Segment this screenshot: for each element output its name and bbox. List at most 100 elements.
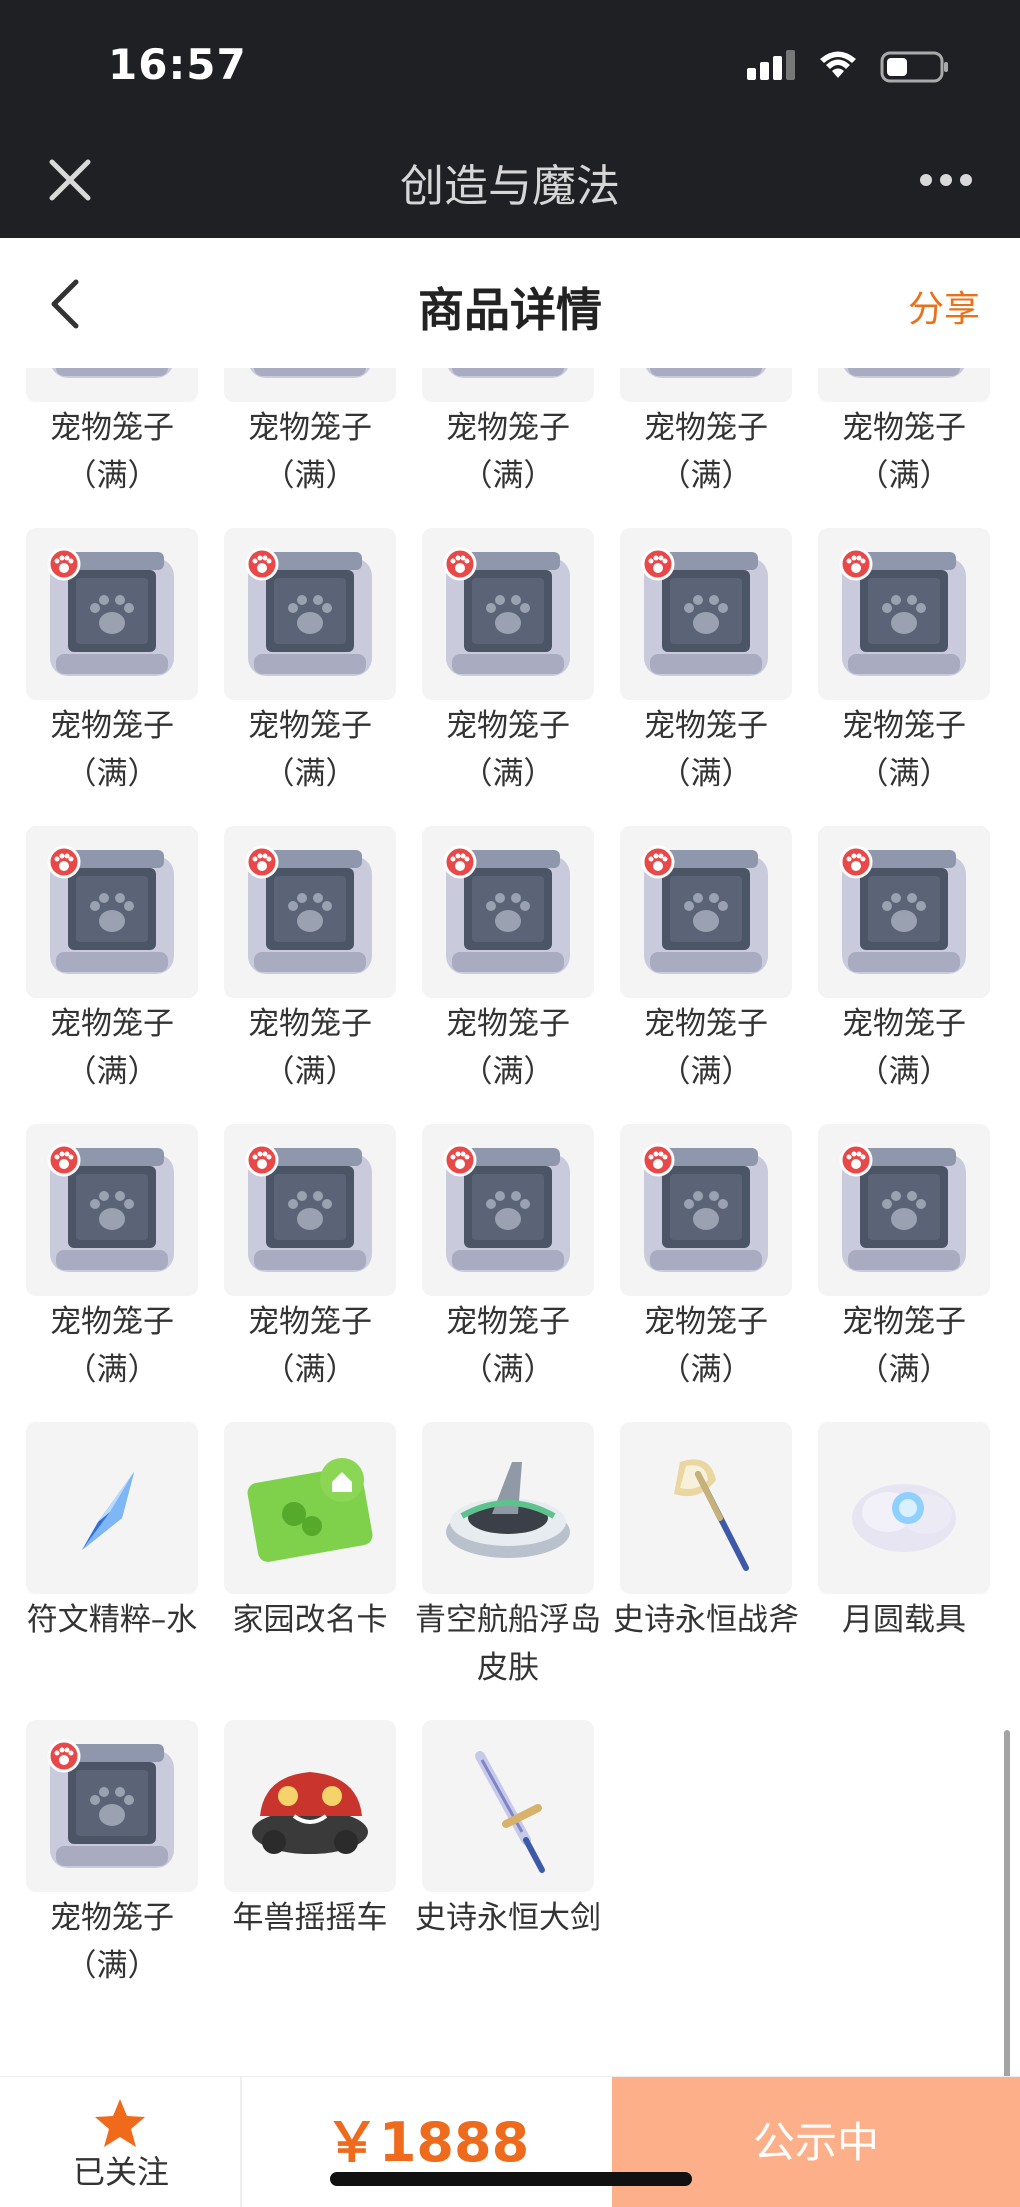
- item-thumbnail: [224, 1422, 396, 1594]
- greatsword-icon: [475, 1751, 545, 1873]
- item-thumbnail: [818, 1124, 990, 1296]
- item-label: 宠物笼子（满）: [248, 410, 372, 494]
- star-icon: [95, 2099, 145, 2147]
- item-thumbnail: [620, 1422, 792, 1594]
- item-thumbnail: [620, 528, 792, 700]
- price: ￥1888: [324, 2111, 530, 2174]
- item-label: 宠物笼子（满）: [446, 410, 570, 494]
- item-card[interactable]: 宠物笼子（满）: [422, 826, 594, 1124]
- scrollbar[interactable]: [1004, 1730, 1010, 2080]
- page-header: 商品详情 分享: [0, 238, 1020, 368]
- item-label: 宠物笼子（满）: [644, 1304, 768, 1388]
- wifi-icon: [820, 51, 856, 78]
- item-card[interactable]: 史诗永恒战斧: [613, 1422, 799, 1720]
- item-card[interactable]: 宠物笼子（满）: [818, 368, 990, 528]
- item-thumbnail: [818, 826, 990, 998]
- item-label: 宠物笼子（满）: [50, 410, 174, 494]
- item-thumbnail: [818, 368, 990, 402]
- item-card[interactable]: 宠物笼子（满）: [620, 368, 792, 528]
- more-icon[interactable]: [918, 172, 974, 188]
- status-time: 16:57: [108, 40, 247, 89]
- item-card[interactable]: 宠物笼子（满）: [422, 368, 594, 528]
- item-label: 宠物笼子（满）: [50, 1006, 174, 1090]
- item-thumbnail: [422, 1720, 594, 1892]
- item-label: 符文精粹–水: [26, 1602, 198, 1638]
- item-card[interactable]: 符文精粹–水: [26, 1422, 198, 1720]
- item-thumbnail: [422, 368, 594, 402]
- item-card[interactable]: 宠物笼子（满）: [224, 368, 396, 528]
- item-card[interactable]: 宠物笼子（满）: [224, 1124, 396, 1422]
- item-thumbnail: [224, 1124, 396, 1296]
- item-thumbnail: [422, 1422, 594, 1594]
- follow-button[interactable]: 已关注: [0, 2077, 242, 2207]
- item-card[interactable]: 宠物笼子（满）: [818, 826, 990, 1124]
- item-thumbnail: [422, 826, 594, 998]
- item-card[interactable]: 年兽摇摇车: [224, 1720, 396, 2018]
- pet-cage-icon: [443, 845, 570, 974]
- item-label: 宠物笼子（满）: [644, 410, 768, 494]
- item-label: 年兽摇摇车: [232, 1900, 388, 1936]
- item-card[interactable]: 宠物笼子（满）: [224, 528, 396, 826]
- pet-cage-icon: [839, 845, 966, 974]
- item-card[interactable]: 宠物笼子（满）: [422, 1124, 594, 1422]
- item-label: 宠物笼子（满）: [50, 1304, 174, 1388]
- item-card[interactable]: 宠物笼子（满）: [422, 528, 594, 826]
- item-thumbnail: [422, 1124, 594, 1296]
- item-card[interactable]: 青空航船浮岛皮肤: [415, 1422, 601, 1720]
- item-card[interactable]: 宠物笼子（满）: [26, 368, 198, 528]
- item-list[interactable]: 宠物笼子（满） 宠物笼子（满） 宠物笼子（满） 宠物笼子（满） 宠物笼子（满） …: [0, 368, 1020, 2076]
- pet-cage-icon: [839, 547, 966, 676]
- item-card[interactable]: 宠物笼子（满）: [818, 528, 990, 826]
- pet-cage-icon: [249, 368, 371, 378]
- item-thumbnail: [26, 1422, 198, 1594]
- pet-cage-icon: [641, 1143, 768, 1272]
- item-label: 宠物笼子（满）: [842, 708, 966, 792]
- item-card[interactable]: 史诗永恒大剑: [415, 1720, 601, 2018]
- item-thumbnail: [224, 528, 396, 700]
- item-card[interactable]: 宠物笼子（满）: [26, 528, 198, 826]
- item-label: 宠物笼子（满）: [50, 708, 174, 792]
- item-thumbnail: [26, 826, 198, 998]
- item-card[interactable]: 家园改名卡: [224, 1422, 396, 1720]
- mini-program-title: 创造与魔法: [400, 161, 620, 212]
- pet-cage-icon: [245, 845, 372, 974]
- item-card[interactable]: 宠物笼子（满）: [818, 1124, 990, 1422]
- pet-cage-icon: [47, 1739, 174, 1868]
- pet-cage-icon: [47, 1143, 174, 1272]
- pet-cage-icon: [51, 368, 173, 378]
- pet-cage-icon: [47, 547, 174, 676]
- pet-cage-icon: [245, 547, 372, 676]
- item-label: 史诗永恒战斧: [613, 1602, 799, 1638]
- item-thumbnail: [620, 1124, 792, 1296]
- home-indicator: [330, 2172, 692, 2186]
- item-label: 宠物笼子（满）: [644, 708, 768, 792]
- pet-cage-icon: [641, 845, 768, 974]
- pet-cage-icon: [641, 547, 768, 676]
- item-card[interactable]: 宠物笼子（满）: [26, 826, 198, 1124]
- item-card[interactable]: 宠物笼子（满）: [620, 826, 792, 1124]
- floating-island-icon: [446, 1462, 570, 1558]
- item-label: 宠物笼子（满）: [842, 1006, 966, 1090]
- item-thumbnail: [224, 1720, 396, 1892]
- item-card[interactable]: 宠物笼子（满）: [620, 1124, 792, 1422]
- share-button[interactable]: 分享: [908, 280, 980, 332]
- status-button[interactable]: 公示中: [612, 2077, 1020, 2207]
- nian-car-icon: [252, 1772, 368, 1854]
- item-label: 宠物笼子（满）: [248, 1006, 372, 1090]
- item-thumbnail: [26, 368, 198, 402]
- item-card[interactable]: 宠物笼子（满）: [224, 826, 396, 1124]
- page-title: 商品详情: [418, 283, 602, 337]
- item-card[interactable]: 月圆载具: [818, 1422, 990, 1720]
- battle-axe-icon: [674, 1459, 749, 1571]
- mini-program-bar: 创造与魔法: [0, 120, 1020, 238]
- pet-cage-icon: [839, 1143, 966, 1272]
- item-label: 青空航船浮岛皮肤: [415, 1602, 601, 1686]
- item-thumbnail: [818, 1422, 990, 1594]
- item-card[interactable]: 宠物笼子（满）: [26, 1124, 198, 1422]
- item-card[interactable]: 宠物笼子（满）: [620, 528, 792, 826]
- item-card[interactable]: 宠物笼子（满）: [26, 1720, 198, 2018]
- item-thumbnail: [26, 1720, 198, 1892]
- item-label: 宠物笼子（满）: [50, 1900, 174, 1984]
- status-bar: 16:57: [0, 0, 1020, 120]
- pet-cage-icon: [47, 845, 174, 974]
